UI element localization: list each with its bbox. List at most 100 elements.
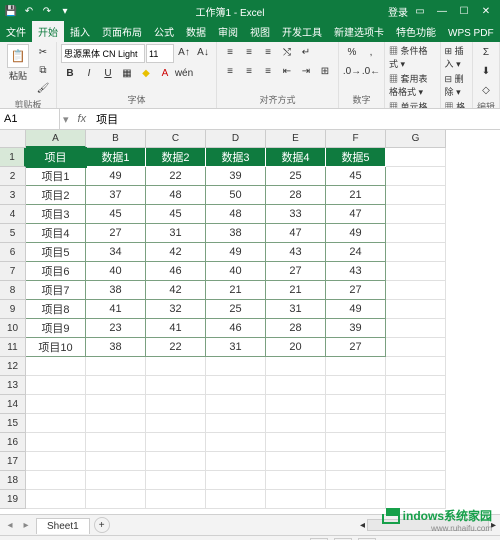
cell[interactable]: 数据1 xyxy=(86,148,146,167)
cell[interactable]: 数据2 xyxy=(146,148,206,167)
row-header[interactable]: 11 xyxy=(0,338,26,357)
cell[interactable] xyxy=(26,433,86,452)
cell[interactable]: 项目10 xyxy=(26,338,86,357)
row-header[interactable]: 9 xyxy=(0,300,26,319)
cell[interactable]: 25 xyxy=(266,167,326,186)
cell[interactable] xyxy=(206,471,266,490)
cell[interactable] xyxy=(86,452,146,471)
cell[interactable] xyxy=(266,395,326,414)
cell[interactable]: 数据3 xyxy=(206,148,266,167)
cell[interactable] xyxy=(206,490,266,509)
cell[interactable]: 45 xyxy=(326,167,386,186)
cell[interactable] xyxy=(26,414,86,433)
cell[interactable] xyxy=(386,300,446,319)
insert-cells-button[interactable]: ⊞ 插入 ▾ xyxy=(445,44,468,70)
fill-color-icon[interactable]: ◆ xyxy=(137,65,155,82)
cell[interactable]: 22 xyxy=(146,338,206,357)
minimize-icon[interactable]: — xyxy=(432,4,452,18)
increase-font-icon[interactable]: A↑ xyxy=(175,44,193,61)
cell[interactable]: 31 xyxy=(266,300,326,319)
namebox-dropdown-icon[interactable]: ▾ xyxy=(60,113,72,126)
cell[interactable] xyxy=(266,471,326,490)
cell[interactable] xyxy=(386,471,446,490)
cell[interactable]: 49 xyxy=(326,300,386,319)
cell[interactable]: 43 xyxy=(326,262,386,281)
formula-bar[interactable] xyxy=(92,109,500,129)
cell[interactable] xyxy=(386,148,446,167)
bold-icon[interactable]: B xyxy=(61,65,79,82)
row-header[interactable]: 10 xyxy=(0,319,26,338)
align-right-icon[interactable]: ≡ xyxy=(259,63,277,80)
cell[interactable] xyxy=(26,490,86,509)
cell[interactable] xyxy=(86,490,146,509)
cell[interactable] xyxy=(146,433,206,452)
comma-icon[interactable]: , xyxy=(362,44,380,61)
wrap-text-icon[interactable]: ↵ xyxy=(297,44,315,61)
tab-developer[interactable]: 开发工具 xyxy=(276,21,328,42)
row-header[interactable]: 16 xyxy=(0,433,26,452)
redo-icon[interactable]: ↷ xyxy=(40,4,54,18)
border-icon[interactable]: ▦ xyxy=(118,65,136,82)
column-header[interactable]: F xyxy=(326,130,386,148)
align-bottom-icon[interactable]: ≡ xyxy=(259,44,277,61)
cell[interactable]: 28 xyxy=(266,186,326,205)
cell[interactable]: 27 xyxy=(326,281,386,300)
add-sheet-button[interactable]: + xyxy=(94,517,110,533)
cells-area[interactable]: 项目数据1数据2数据3数据4数据5项目14922392545项目23748502… xyxy=(26,148,500,509)
cell[interactable]: 项目6 xyxy=(26,262,86,281)
italic-icon[interactable]: I xyxy=(80,65,98,82)
cell[interactable]: 47 xyxy=(326,205,386,224)
tab-data[interactable]: 数据 xyxy=(180,21,212,42)
cell[interactable]: 42 xyxy=(146,281,206,300)
name-box[interactable] xyxy=(0,109,60,129)
cell[interactable]: 项目9 xyxy=(26,319,86,338)
fill-icon[interactable]: ⬇ xyxy=(477,63,495,80)
cell[interactable] xyxy=(386,357,446,376)
tab-features[interactable]: 特色功能 xyxy=(390,21,442,42)
row-header[interactable]: 17 xyxy=(0,452,26,471)
tab-layout[interactable]: 页面布局 xyxy=(96,21,148,42)
cell[interactable]: 22 xyxy=(146,167,206,186)
cell[interactable] xyxy=(326,395,386,414)
cell[interactable] xyxy=(386,224,446,243)
cell[interactable] xyxy=(386,186,446,205)
autosum-icon[interactable]: Σ xyxy=(477,44,495,61)
cell[interactable] xyxy=(386,205,446,224)
cell[interactable]: 38 xyxy=(86,338,146,357)
increase-decimal-icon[interactable]: .0→ xyxy=(343,63,361,80)
paste-button[interactable]: 📋 粘贴 xyxy=(4,44,32,82)
cell[interactable]: 49 xyxy=(86,167,146,186)
cell[interactable] xyxy=(386,376,446,395)
cell[interactable] xyxy=(86,414,146,433)
cell[interactable] xyxy=(266,490,326,509)
cell[interactable]: 31 xyxy=(206,338,266,357)
phonetic-icon[interactable]: wén xyxy=(175,65,193,82)
cell[interactable] xyxy=(326,414,386,433)
cell[interactable]: 42 xyxy=(146,243,206,262)
cell[interactable] xyxy=(26,376,86,395)
cell[interactable] xyxy=(146,395,206,414)
cell[interactable] xyxy=(206,414,266,433)
sheet-tab-active[interactable]: Sheet1 xyxy=(36,518,90,534)
ribbon-options-icon[interactable]: ▭ xyxy=(410,4,430,18)
cell[interactable] xyxy=(326,357,386,376)
cell[interactable] xyxy=(326,452,386,471)
cell[interactable] xyxy=(86,471,146,490)
merge-icon[interactable]: ⊞ xyxy=(316,63,334,80)
tab-formulas[interactable]: 公式 xyxy=(148,21,180,42)
row-header[interactable]: 15 xyxy=(0,414,26,433)
row-header[interactable]: 8 xyxy=(0,281,26,300)
cell[interactable] xyxy=(206,376,266,395)
font-color-icon[interactable]: A xyxy=(156,65,174,82)
align-top-icon[interactable]: ≡ xyxy=(221,44,239,61)
cell[interactable]: 24 xyxy=(326,243,386,262)
tab-file[interactable]: 文件 xyxy=(0,21,32,42)
select-all-corner[interactable] xyxy=(0,130,26,148)
tab-wpspdf[interactable]: WPS PDF xyxy=(442,25,500,42)
cell[interactable] xyxy=(26,471,86,490)
orientation-icon[interactable]: ⤭ xyxy=(278,44,296,61)
column-header[interactable]: G xyxy=(386,130,446,148)
format-painter-icon[interactable]: 🖌 xyxy=(34,80,52,97)
cell[interactable]: 39 xyxy=(206,167,266,186)
cell[interactable] xyxy=(146,414,206,433)
